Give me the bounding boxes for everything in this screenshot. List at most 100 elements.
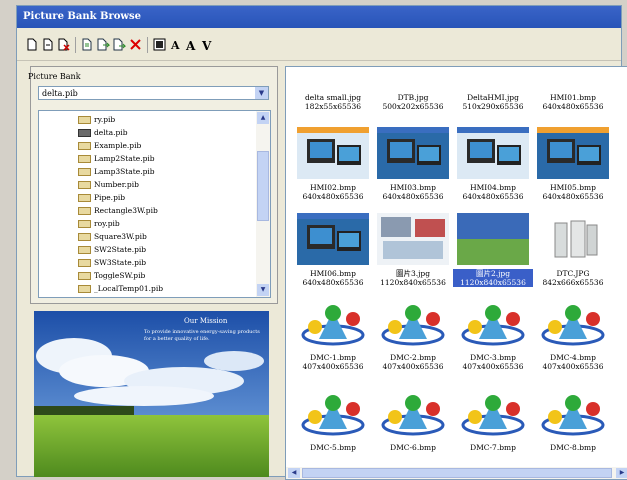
- text-a2-icon[interactable]: A: [185, 38, 198, 51]
- grid-scroll-thumb[interactable]: [302, 468, 612, 478]
- picture-bank-window: Picture Bank Browse A A V Picture Bank d…: [16, 5, 627, 480]
- delete-icon[interactable]: [129, 38, 142, 51]
- new-icon[interactable]: [25, 38, 38, 51]
- import-icon[interactable]: [81, 38, 94, 51]
- tree-item[interactable]: SW3State.pib: [78, 257, 146, 269]
- tree-item[interactable]: Number.pib: [78, 179, 139, 191]
- scroll-thumb[interactable]: [257, 151, 269, 221]
- picture-caption[interactable]: HMI04.bmp 640x480x65536: [453, 183, 533, 201]
- picture-caption[interactable]: 圖片2.jpg 1120x840x65536: [453, 269, 533, 287]
- picture-caption[interactable]: DMC-5.bmp: [293, 443, 373, 452]
- picture-caption[interactable]: DMC-4.bmp 407x400x65536: [533, 353, 613, 371]
- picture-thumbnail[interactable]: [457, 67, 529, 89]
- picture-caption[interactable]: DMC-6.bmp: [373, 443, 453, 452]
- picture-dimensions: 640x480x65536: [382, 192, 444, 201]
- picture-thumbnail[interactable]: [537, 387, 609, 439]
- delete-file-icon[interactable]: [57, 38, 70, 51]
- picture-thumbnail[interactable]: [457, 213, 529, 265]
- picture-name: DMC-3.bmp: [470, 353, 516, 362]
- picture-thumbnail[interactable]: [537, 67, 609, 89]
- picture-dimensions: 182x55x65536: [304, 102, 362, 111]
- tree-item[interactable]: ToggleSW.pib: [78, 270, 145, 282]
- picture-thumbnail[interactable]: [457, 127, 529, 179]
- tree-item-label: delta.pib: [94, 128, 128, 137]
- folder-icon: [78, 233, 91, 241]
- text-a-icon[interactable]: A: [169, 38, 182, 51]
- picture-thumbnail[interactable]: [297, 213, 369, 265]
- picture-thumbnail[interactable]: [377, 213, 449, 265]
- picture-caption[interactable]: HMI03.bmp 640x480x65536: [373, 183, 453, 201]
- picture-thumbnail[interactable]: [457, 297, 529, 349]
- picture-caption[interactable]: DTB.jpg 500x202x65536: [373, 93, 453, 111]
- picture-caption[interactable]: DeltaHMI.jpg 510x290x65536: [453, 93, 533, 111]
- scroll-down-icon[interactable]: ▼: [257, 284, 269, 296]
- picture-thumbnail[interactable]: [377, 297, 449, 349]
- picture-caption[interactable]: HMI02.bmp 640x480x65536: [293, 183, 373, 201]
- tree-item-label: _LocalTemp01.pib: [94, 284, 164, 293]
- tree-item-label: Pipe.pib: [94, 193, 126, 202]
- folder-icon: [78, 194, 91, 202]
- tree-item-label: SW3State.pib: [94, 258, 147, 267]
- scroll-right-icon[interactable]: ▶: [616, 468, 627, 478]
- picture-thumbnail[interactable]: [297, 127, 369, 179]
- tree-item-label: ToggleSW.pib: [94, 271, 146, 280]
- picture-name: HMI02.bmp: [310, 183, 356, 192]
- scroll-up-icon[interactable]: ▲: [257, 112, 269, 124]
- picture-thumbnail[interactable]: [537, 297, 609, 349]
- picture-thumbnail[interactable]: [537, 127, 609, 179]
- picture-thumbnail[interactable]: [377, 387, 449, 439]
- picture-name: delta small.jpg: [304, 93, 362, 102]
- picture-bank-tree: ry.pib delta.pib Example.pib Lamp2State.pib…: [38, 110, 271, 298]
- window-title: Picture Bank Browse: [17, 6, 621, 28]
- picture-caption[interactable]: HMI05.bmp 640x480x65536: [533, 183, 613, 201]
- picture-caption[interactable]: delta small.jpg 182x55x65536: [293, 93, 373, 111]
- folder-icon: [78, 207, 91, 215]
- scroll-left-icon[interactable]: ◀: [288, 468, 300, 478]
- picture-thumbnail[interactable]: [377, 67, 449, 89]
- picture-name: HMI03.bmp: [390, 183, 436, 192]
- picture-dimensions: 510x290x65536: [462, 102, 524, 111]
- picture-bank-select[interactable]: delta.pib ▼: [38, 86, 269, 100]
- picture-name: DTB.jpg: [397, 93, 429, 102]
- tree-item[interactable]: roy.pib: [78, 218, 120, 230]
- picture-thumbnail[interactable]: [457, 387, 529, 439]
- picture-thumbnail[interactable]: [297, 387, 369, 439]
- picture-caption[interactable]: DMC-7.bmp: [453, 443, 533, 452]
- export-icon[interactable]: [97, 38, 110, 51]
- chevron-down-icon[interactable]: ▼: [255, 87, 268, 99]
- tree-item[interactable]: Square3W.pib: [78, 231, 147, 243]
- picture-caption[interactable]: DMC-3.bmp 407x400x65536: [453, 353, 533, 371]
- picture-dimensions: 1120x840x65536: [380, 278, 446, 287]
- picture-caption[interactable]: DTC.JPG 842x666x65536: [533, 269, 613, 287]
- export2-icon[interactable]: [113, 38, 126, 51]
- picture-thumbnail[interactable]: [377, 127, 449, 179]
- tree-item[interactable]: _LocalTemp01.pib: [78, 283, 163, 295]
- open-icon[interactable]: [41, 38, 54, 51]
- tree-item[interactable]: delta.pib: [78, 127, 128, 139]
- picture-thumbnail[interactable]: [537, 213, 609, 265]
- tree-item[interactable]: Pipe.pib: [78, 192, 125, 204]
- picture-caption[interactable]: DMC-8.bmp: [533, 443, 613, 452]
- picture-thumbnail[interactable]: [297, 297, 369, 349]
- picture-caption[interactable]: DMC-1.bmp 407x400x65536: [293, 353, 373, 371]
- picture-name: DMC-4.bmp: [550, 353, 596, 362]
- grid-horizontal-scrollbar[interactable]: ◀ ▶: [286, 467, 627, 479]
- picture-caption[interactable]: 圖片3.jpg 1120x840x65536: [373, 269, 453, 287]
- tree-item-label: roy.pib: [94, 219, 120, 228]
- text-v-icon[interactable]: V: [201, 38, 214, 51]
- tree-item[interactable]: SW2State.pib: [78, 244, 146, 256]
- tree-item[interactable]: ry.pib: [78, 114, 115, 126]
- picture-caption[interactable]: HMI06.bmp 640x480x65536: [293, 269, 373, 287]
- picture-caption[interactable]: DMC-2.bmp 407x400x65536: [373, 353, 453, 371]
- tree-scrollbar[interactable]: ▲ ▼: [256, 111, 270, 297]
- picture-caption[interactable]: HMI01.bmp 640x480x65536: [533, 93, 613, 111]
- tree-item[interactable]: Lamp3State.pib: [78, 166, 155, 178]
- tree-item[interactable]: Lamp2State.pib: [78, 153, 155, 165]
- picture-name: HMI01.bmp: [550, 93, 596, 102]
- image-icon[interactable]: [153, 38, 166, 51]
- tree-item[interactable]: Example.pib: [78, 140, 141, 152]
- tree-item[interactable]: Rectangle3W.pib: [78, 205, 158, 217]
- picture-preview: Our Mission To provide innovative energy…: [34, 311, 269, 477]
- picture-dimensions: 640x480x65536: [302, 278, 364, 287]
- picture-bank-label: Picture Bank: [28, 72, 81, 81]
